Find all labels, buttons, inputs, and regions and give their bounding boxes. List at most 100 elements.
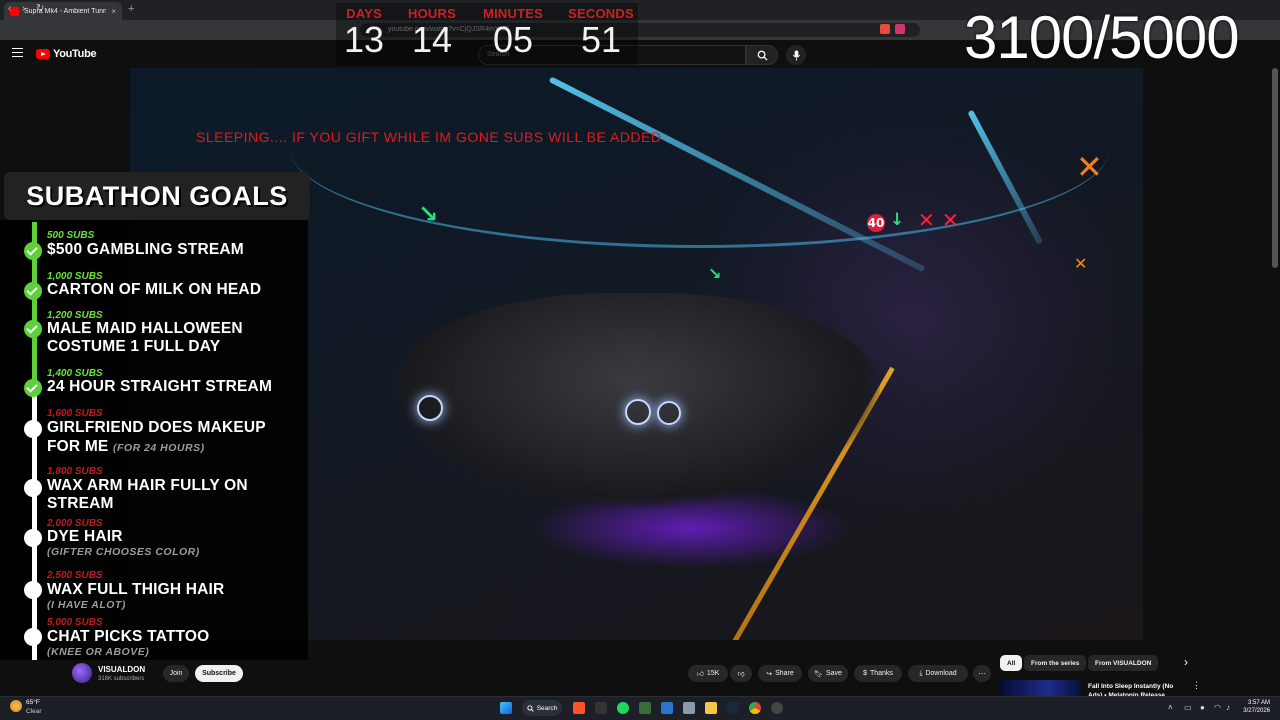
youtube-favicon-icon <box>10 6 19 16</box>
bookmark-icon: 🔖︎ <box>814 670 823 678</box>
countdown-seconds-value: 51 <box>580 19 622 60</box>
tab-close-icon[interactable]: × <box>111 7 116 16</box>
voice-search-button[interactable] <box>786 45 806 65</box>
save-button[interactable]: 🔖︎ Save <box>808 665 848 682</box>
download-label: Download <box>925 670 957 677</box>
taskbar-search-label: Search <box>536 704 558 712</box>
file-explorer-icon[interactable] <box>705 702 717 714</box>
thanks-button[interactable]: $ Thanks <box>854 665 902 682</box>
goal-pending-dot-icon <box>24 529 42 547</box>
goal-text: CHAT PICKS TATTOO <box>47 628 210 645</box>
headlight-graphic <box>657 401 681 425</box>
download-icon: ⤓ <box>919 669 923 677</box>
goal-text-line2-main: FOR ME <box>47 438 109 455</box>
goal-pending-dot-icon <box>24 581 42 599</box>
menu-icon[interactable] <box>12 48 23 57</box>
download-button[interactable]: ⤓ Download <box>908 665 968 682</box>
goal-pending-dot-icon <box>24 479 42 497</box>
app-icon[interactable] <box>771 702 783 714</box>
extension-icon[interactable] <box>880 24 890 34</box>
goal-text-line2: FOR ME (FOR 24 HOURS) <box>47 438 205 457</box>
kebab-menu-icon[interactable]: ⋮ <box>1192 680 1201 691</box>
steam-icon[interactable] <box>727 702 739 714</box>
sub-goal-counter: 3100/5000 <box>964 4 1240 71</box>
brave-browser-icon[interactable] <box>573 702 585 714</box>
thumbs-down-icon: 👎︎ <box>737 671 745 678</box>
wifi-icon[interactable]: ◠ <box>1214 703 1221 712</box>
page-scrollbar[interactable] <box>1272 68 1278 268</box>
app-icon[interactable] <box>683 702 695 714</box>
goal-subs: 5,000 SUBS <box>47 617 103 628</box>
chip-all[interactable]: All <box>1000 655 1023 671</box>
reload-icon[interactable]: ↻ <box>36 3 44 14</box>
dislike-button[interactable]: 👎︎ <box>730 665 752 682</box>
more-actions-button[interactable]: ⋯ <box>973 665 991 682</box>
new-tab-button[interactable]: + <box>128 3 134 15</box>
orange-x-sign-icon: ✕ <box>1076 148 1103 186</box>
app-icon[interactable] <box>595 702 607 714</box>
back-arrow-icon[interactable]: ‹ <box>8 3 11 14</box>
volume-icon[interactable]: ♪ <box>1226 703 1230 712</box>
goal-text: CARTON OF MILK ON HEAD <box>47 281 262 298</box>
goal-text: 24 HOUR STRAIGHT STREAM <box>47 378 273 395</box>
microphone-icon <box>792 49 800 61</box>
subathon-goals-panel: 500 SUBS $500 GAMBLING STREAM 1,000 SUBS… <box>0 220 308 660</box>
weather-temperature[interactable]: 65°F <box>26 699 40 706</box>
share-button[interactable]: ↪ Share <box>758 665 802 682</box>
goal-note: (GIFTER CHOOSES COLOR) <box>47 546 200 558</box>
search-icon <box>527 704 534 712</box>
thanks-icon: $ <box>863 670 867 677</box>
goal-pending-dot-icon <box>24 420 42 438</box>
goal-note: (KNEE OR ABOVE) <box>47 646 150 658</box>
goal-subs: 2,500 SUBS <box>47 570 103 581</box>
goal-subs: 1,800 SUBS <box>47 466 103 477</box>
search-button[interactable] <box>746 45 778 65</box>
goal-text-line2: STREAM <box>47 495 114 512</box>
chip-from-channel[interactable]: From VISUALDON <box>1088 655 1159 671</box>
taskbar-clock[interactable]: 3:57 AM 3/27/2026 <box>1240 699 1270 715</box>
orange-x-sign-icon: ✕ <box>1074 254 1088 273</box>
forward-arrow-icon[interactable]: › <box>22 3 25 14</box>
youtube-logo[interactable]: YouTube <box>36 48 97 60</box>
countdown-hours: HOURS 14 <box>406 6 458 60</box>
start-menu-icon[interactable] <box>500 702 512 714</box>
countdown-minutes-value: 05 <box>492 19 534 60</box>
goal-text: WAX FULL THIGH HAIR <box>47 581 225 598</box>
chrome-icon[interactable] <box>749 702 761 714</box>
app-icon[interactable] <box>661 702 673 714</box>
youtube-logo-text: YouTube <box>53 48 97 60</box>
extension-icon[interactable] <box>895 24 905 34</box>
green-arrow-sign-icon: ↓ <box>890 210 905 230</box>
like-button[interactable]: 👍︎ 15K <box>688 665 728 682</box>
taskbar-search[interactable]: Search <box>522 700 562 716</box>
spotify-icon[interactable] <box>617 702 629 714</box>
join-button[interactable]: Join <box>163 665 189 682</box>
countdown-days-value: 13 <box>344 19 385 60</box>
goal-note: (I HAVE ALOT) <box>47 599 126 611</box>
share-label: Share <box>775 670 794 677</box>
tray-chevron-up-icon[interactable]: ˄ <box>1168 703 1173 712</box>
goal-text: GIRLFRIEND DOES MAKEUP <box>47 419 266 436</box>
clock-time: 3:57 AM <box>1247 700 1270 706</box>
subscribe-button[interactable]: Subscribe <box>195 665 243 682</box>
subathon-countdown: DAYS 13 HOURS 14 MINUTES 05 SECONDS 51 <box>336 3 638 65</box>
channel-name[interactable]: VISUALDON <box>98 665 145 674</box>
microphone-icon[interactable]: ● <box>1200 703 1205 712</box>
chip-from-the-series[interactable]: From the series <box>1024 655 1087 671</box>
channel-avatar[interactable] <box>72 663 92 683</box>
goal-check-icon <box>24 379 42 397</box>
more-icon: ⋯ <box>978 670 986 678</box>
goal-text-line2: COSTUME 1 FULL DAY <box>47 338 221 355</box>
headlight-graphic <box>417 395 443 421</box>
network-icon[interactable]: ▭ <box>1184 703 1192 712</box>
goal-text: DYE HAIR <box>47 528 123 545</box>
countdown-days: DAYS 13 <box>344 6 384 60</box>
weather-moon-icon[interactable] <box>10 700 22 712</box>
goal-text: WAX ARM HAIR FULLY ON <box>47 477 248 494</box>
countdown-seconds: SECONDS 51 <box>568 6 634 60</box>
xbox-icon[interactable] <box>639 702 651 714</box>
chevron-right-icon[interactable]: › <box>1184 655 1188 669</box>
headlight-graphic <box>625 399 651 425</box>
goal-text: $500 GAMBLING STREAM <box>47 241 244 258</box>
green-arrow-sign-icon: ↘ <box>708 264 722 283</box>
